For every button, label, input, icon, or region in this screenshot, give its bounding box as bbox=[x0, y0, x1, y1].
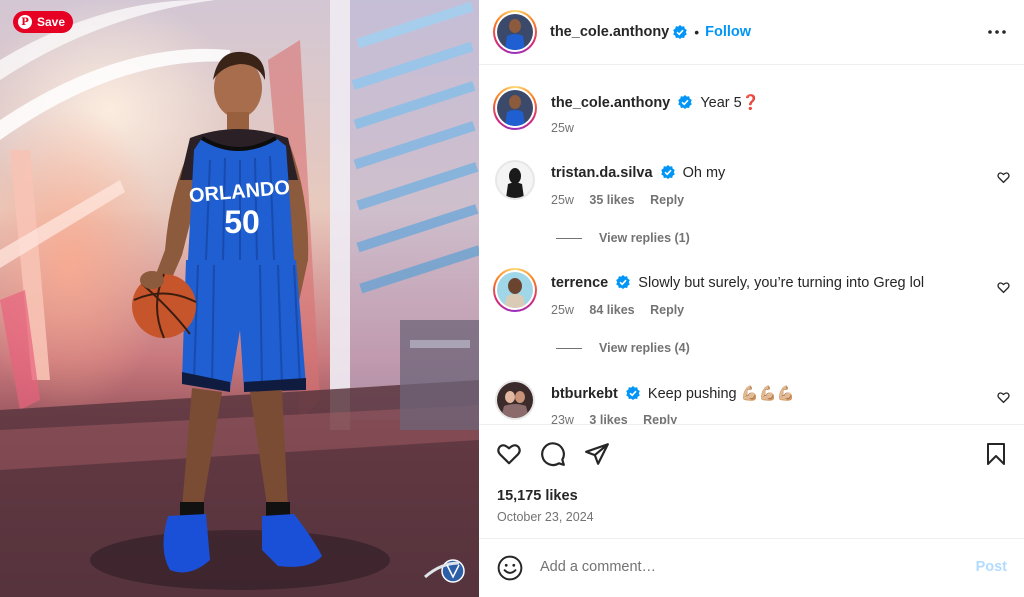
verified-badge-icon bbox=[660, 165, 675, 179]
save-label: Save bbox=[37, 15, 66, 29]
post-actions: 15,175 likes October 23, 2024 bbox=[479, 424, 1024, 536]
caption-username[interactable]: the_cole.anthony bbox=[551, 95, 670, 111]
verified-badge-icon bbox=[626, 386, 640, 400]
post-date: October 23, 2024 bbox=[497, 510, 594, 524]
comment-time: 25w bbox=[551, 193, 574, 207]
comment-bubble-icon[interactable] bbox=[540, 441, 566, 467]
comments-list[interactable]: the_cole.anthony Year 5❓ 25w tristan.da.… bbox=[479, 66, 1024, 424]
like-comment-heart-icon[interactable] bbox=[997, 281, 1010, 294]
like-comment-heart-icon[interactable] bbox=[997, 171, 1010, 184]
view-replies-label: View replies (1) bbox=[599, 231, 690, 245]
reply-button[interactable]: Reply bbox=[643, 413, 677, 424]
follow-button[interactable]: Follow bbox=[705, 24, 751, 40]
like-comment-heart-icon[interactable] bbox=[997, 391, 1010, 404]
caption-author-avatar[interactable] bbox=[493, 86, 537, 130]
post-likes-count[interactable]: 15,175 likes bbox=[497, 488, 578, 504]
comment-likes[interactable]: 3 likes bbox=[589, 413, 627, 424]
post-header: the_cole.anthony • Follow bbox=[479, 0, 1024, 65]
author-avatar[interactable] bbox=[493, 10, 537, 54]
like-heart-icon[interactable] bbox=[496, 441, 522, 467]
commenter-avatar[interactable] bbox=[495, 380, 535, 420]
author-avatar-image bbox=[497, 14, 533, 50]
header-separator: • bbox=[694, 24, 700, 40]
view-replies-button[interactable]: View replies (4) bbox=[556, 341, 690, 355]
basketball-player: ORLANDO 50 bbox=[132, 51, 322, 573]
add-comment-bar: Post bbox=[479, 538, 1024, 597]
comment-likes[interactable]: 84 likes bbox=[589, 303, 634, 317]
comment-time: 25w bbox=[551, 303, 574, 317]
comment-text: Oh my bbox=[682, 165, 726, 181]
comment-likes[interactable]: 35 likes bbox=[589, 193, 634, 207]
comment-input[interactable] bbox=[540, 556, 940, 578]
commenter-avatar[interactable] bbox=[493, 268, 537, 312]
commenter-avatar-image bbox=[497, 382, 533, 418]
verified-badge-icon bbox=[678, 95, 693, 109]
caption-time: 25w bbox=[551, 121, 574, 135]
post-details-panel: the_cole.anthony • Follow the_cole.antho… bbox=[479, 0, 1024, 597]
verified-badge-icon bbox=[616, 275, 631, 289]
emoji-smiley-icon[interactable] bbox=[497, 555, 523, 581]
pinterest-save-button[interactable]: P Save bbox=[13, 11, 73, 33]
commenter-avatar-image bbox=[497, 162, 533, 198]
caption-avatar-image bbox=[497, 90, 533, 126]
commenter-avatar-image bbox=[497, 272, 533, 308]
save-bookmark-icon[interactable] bbox=[984, 441, 1008, 467]
replies-divider bbox=[556, 347, 582, 349]
share-paper-plane-icon[interactable] bbox=[584, 441, 610, 467]
more-options-icon[interactable] bbox=[988, 22, 1006, 42]
author-username[interactable]: the_cole.anthony bbox=[550, 24, 669, 40]
comment-username[interactable]: btburkebt bbox=[551, 386, 618, 402]
post-image[interactable]: P Save ORLANDO 50 bbox=[0, 0, 479, 597]
comment-text: Slowly but surely, you’re turning into G… bbox=[638, 275, 925, 291]
orlando-magic-logo bbox=[424, 559, 465, 583]
replies-divider bbox=[556, 237, 582, 239]
comment-time: 23w bbox=[551, 413, 574, 424]
jersey-number-text: 50 bbox=[224, 204, 260, 240]
commenter-avatar[interactable] bbox=[495, 160, 535, 200]
reply-button[interactable]: Reply bbox=[650, 193, 684, 207]
comment-username[interactable]: tristan.da.silva bbox=[551, 165, 653, 181]
view-replies-label: View replies (4) bbox=[599, 341, 690, 355]
post-comment-button[interactable]: Post bbox=[976, 559, 1007, 575]
caption-text: Year 5❓ bbox=[700, 95, 760, 111]
comment-username[interactable]: terrence bbox=[551, 275, 608, 291]
verified-badge-icon bbox=[673, 25, 688, 39]
reply-button[interactable]: Reply bbox=[650, 303, 684, 317]
pinterest-icon: P bbox=[18, 15, 32, 29]
comment-text: Keep pushing 💪🏼💪🏼💪🏼 bbox=[647, 386, 795, 402]
view-replies-button[interactable]: View replies (1) bbox=[556, 231, 690, 245]
